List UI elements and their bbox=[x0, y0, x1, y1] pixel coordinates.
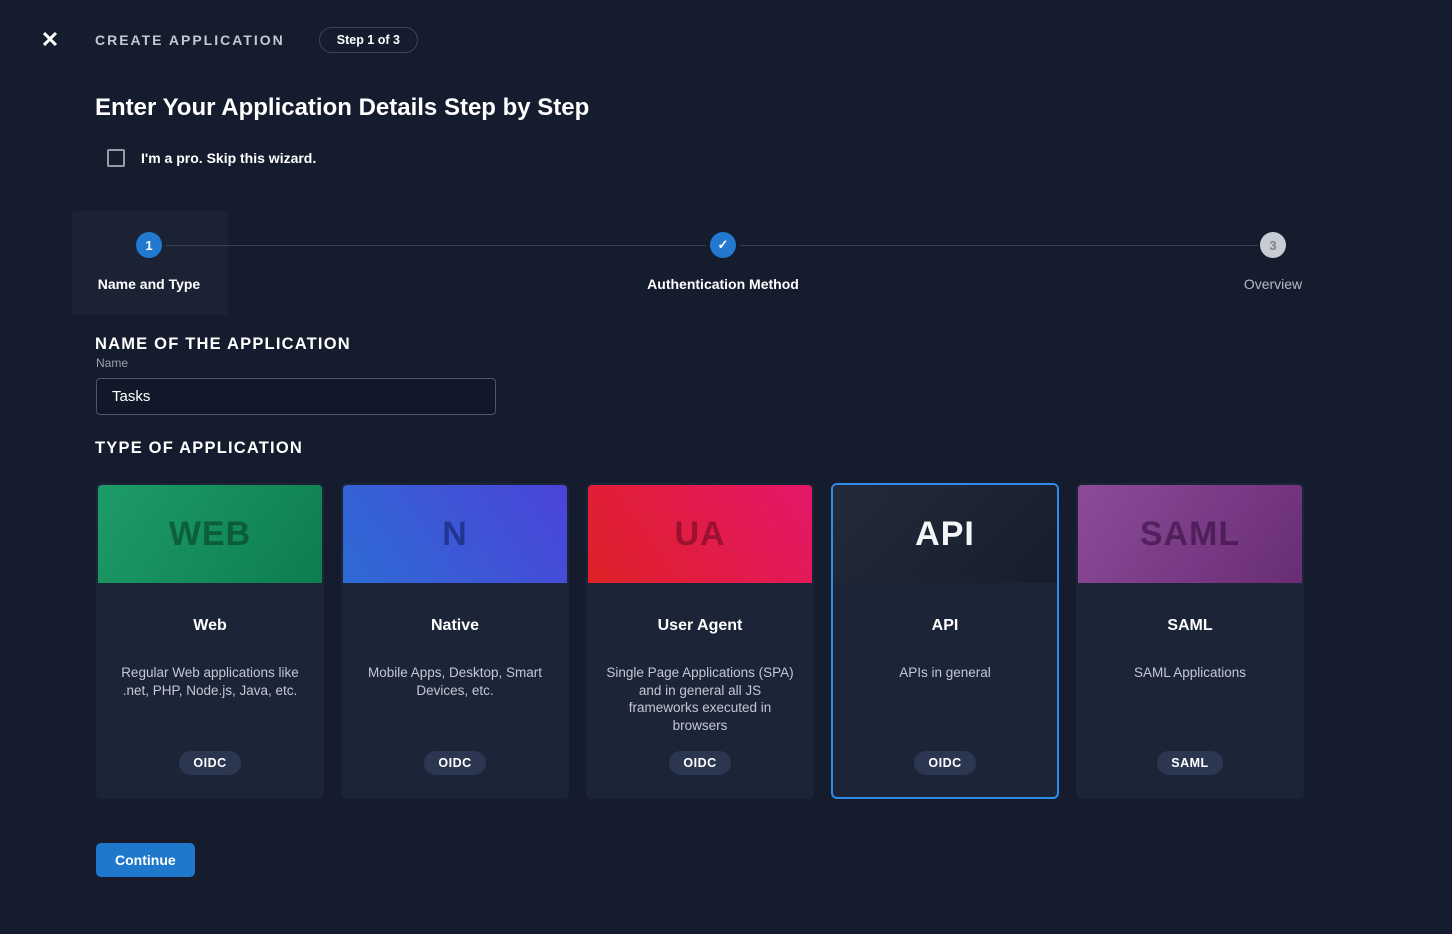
user-agent-card-banner: UA bbox=[588, 485, 812, 583]
main-heading: Enter Your Application Details Step by S… bbox=[95, 94, 1452, 122]
step-item-authentication-method[interactable]: ✓ Authentication Method bbox=[613, 232, 833, 292]
skip-wizard-row: I'm a pro. Skip this wizard. bbox=[107, 149, 1452, 167]
name-field-label: Name bbox=[96, 356, 128, 370]
type-card-native[interactable]: N Native Mobile Apps, Desktop, Smart Dev… bbox=[341, 483, 569, 799]
wizard-topbar: ✕ CREATE APPLICATION Step 1 of 3 bbox=[0, 0, 1452, 54]
page-title: CREATE APPLICATION bbox=[95, 32, 285, 48]
card-title: API bbox=[932, 617, 959, 635]
saml-card-body: SAML SAML Applications SAML bbox=[1078, 583, 1302, 797]
saml-card-banner: SAML bbox=[1078, 485, 1302, 583]
api-card-banner: API bbox=[833, 485, 1057, 583]
native-card-banner: N bbox=[343, 485, 567, 583]
protocol-badge: OIDC bbox=[914, 751, 975, 775]
application-type-cards: WEB Web Regular Web applications like .n… bbox=[96, 483, 1452, 799]
step-1-circle: 1 bbox=[136, 232, 162, 258]
card-description: SAML Applications bbox=[1134, 664, 1246, 682]
native-card-body: Native Mobile Apps, Desktop, Smart Devic… bbox=[343, 583, 567, 797]
type-card-api[interactable]: API API APIs in general OIDC bbox=[831, 483, 1059, 799]
api-card-body: API APIs in general OIDC bbox=[833, 583, 1057, 797]
type-card-user-agent[interactable]: UA User Agent Single Page Applications (… bbox=[586, 483, 814, 799]
type-card-saml[interactable]: SAML SAML SAML Applications SAML bbox=[1076, 483, 1304, 799]
protocol-badge: OIDC bbox=[424, 751, 485, 775]
check-icon: ✓ bbox=[710, 232, 736, 258]
protocol-badge: SAML bbox=[1157, 751, 1222, 775]
step-badge: Step 1 of 3 bbox=[319, 27, 418, 53]
step-item-overview[interactable]: 3 Overview bbox=[1163, 232, 1383, 292]
protocol-badge: OIDC bbox=[669, 751, 730, 775]
web-card-body: Web Regular Web applications like .net, … bbox=[98, 583, 322, 797]
step-3-circle: 3 bbox=[1260, 232, 1286, 258]
skip-wizard-checkbox[interactable] bbox=[107, 149, 125, 167]
protocol-badge: OIDC bbox=[179, 751, 240, 775]
step-3-label: Overview bbox=[1244, 276, 1302, 292]
name-input[interactable] bbox=[96, 378, 496, 415]
card-description: APIs in general bbox=[899, 664, 991, 682]
stepper: 1 Name and Type ✓ Authentication Method … bbox=[0, 211, 1452, 315]
skip-wizard-label: I'm a pro. Skip this wizard. bbox=[141, 150, 316, 166]
type-section-title: TYPE OF APPLICATION bbox=[95, 439, 1452, 458]
name-section-title: NAME OF THE APPLICATION bbox=[95, 335, 1452, 354]
card-title: Web bbox=[193, 617, 226, 635]
card-description: Regular Web applications like .net, PHP,… bbox=[116, 664, 304, 699]
close-icon[interactable]: ✕ bbox=[38, 28, 62, 52]
card-title: Native bbox=[431, 617, 479, 635]
user-agent-card-body: User Agent Single Page Applications (SPA… bbox=[588, 583, 812, 797]
step-1-label: Name and Type bbox=[98, 276, 200, 292]
web-card-banner: WEB bbox=[98, 485, 322, 583]
step-item-name-and-type[interactable]: 1 Name and Type bbox=[39, 232, 259, 292]
step-2-label: Authentication Method bbox=[647, 276, 799, 292]
card-description: Mobile Apps, Desktop, Smart Devices, etc… bbox=[361, 664, 549, 699]
card-description: Single Page Applications (SPA) and in ge… bbox=[606, 664, 794, 734]
card-title: SAML bbox=[1167, 617, 1212, 635]
type-card-web[interactable]: WEB Web Regular Web applications like .n… bbox=[96, 483, 324, 799]
card-title: User Agent bbox=[658, 617, 743, 635]
continue-button[interactable]: Continue bbox=[96, 843, 195, 877]
